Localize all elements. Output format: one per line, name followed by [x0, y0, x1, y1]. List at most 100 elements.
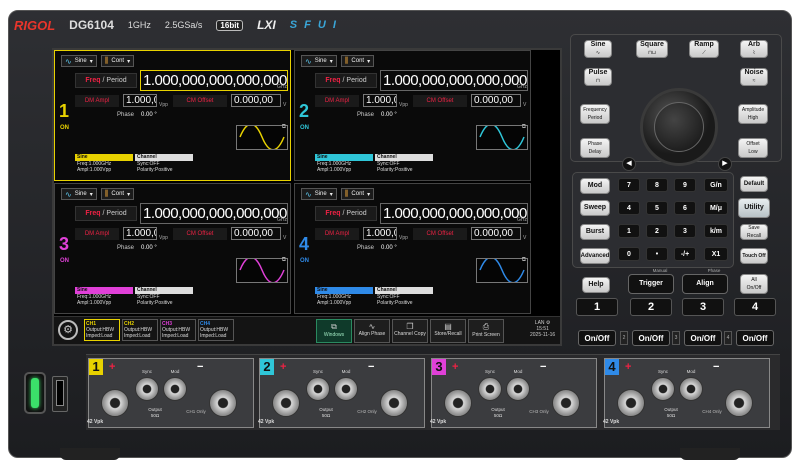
channel-info-box[interactable]: Channel Sync:OFF Polarity:Positive [135, 154, 193, 180]
channel-3-button[interactable]: 3 [682, 298, 724, 316]
arb-button[interactable]: Arb ⌇ [740, 40, 768, 58]
offset-value[interactable]: 0.000,00 [231, 227, 281, 240]
frequency-value[interactable]: 1.000,000,000,000,000 [380, 70, 528, 91]
key-2[interactable]: 2 [646, 224, 668, 238]
channel-2-button[interactable]: 2 [630, 298, 672, 316]
sweep-mode-select[interactable]: ⫼ Cont ▾ [100, 55, 135, 67]
frequency-value[interactable]: 1.000,000,000,000,000 [140, 70, 288, 91]
sweep-button[interactable]: Sweep [580, 200, 610, 216]
key-dot[interactable]: • [646, 247, 668, 261]
tool-align-phase-button[interactable]: ∿ Align Phase [354, 319, 390, 343]
ramp-button[interactable]: Ramp ⟋ [689, 40, 719, 58]
channel-info-box[interactable]: Channel Sync:OFF Polarity:Positive [375, 154, 433, 180]
channel-info-box[interactable]: Channel Sync:OFF Polarity:Positive [375, 287, 433, 313]
wave-info-box[interactable]: Sine Freq:1.000GHz Ampl:1.000Vpp [315, 287, 373, 313]
expand-icon[interactable]: ⧉ [522, 257, 526, 264]
output-negative-connector[interactable] [725, 389, 753, 417]
expand-icon[interactable]: ⧉ [282, 257, 286, 264]
frequency-period-button[interactable]: Frequency Period [580, 104, 610, 124]
key-9[interactable]: 9 [674, 178, 696, 192]
expand-icon[interactable]: ⧉ [282, 124, 286, 131]
right-arrow-icon[interactable]: ▶ [718, 157, 732, 171]
output-negative-connector[interactable] [209, 389, 237, 417]
dm-ampl-label[interactable]: DM Ampl [75, 95, 119, 107]
key-8[interactable]: 8 [646, 178, 668, 192]
unit-key[interactable]: M/μ [704, 201, 728, 215]
channel-panel-1[interactable]: ∿ Sine ▾ ⫼ Cont ▾ Freq / Period 1.000,000,000,00… [54, 50, 291, 181]
channel-panel-4[interactable]: ∿ Sine ▾ ⫼ Cont ▾ Freq / Period 1.000,000,000,00… [294, 183, 531, 314]
amplitude-value[interactable]: 1.000,00 [363, 94, 397, 107]
dm-ampl-label[interactable]: DM Ampl [315, 228, 359, 240]
waveform-preview[interactable]: ⧉ [236, 123, 288, 151]
square-button[interactable]: Square ⊓⊔ [636, 40, 668, 58]
key-6[interactable]: 6 [674, 201, 696, 215]
phase-value[interactable]: 0.00 ° [141, 245, 157, 251]
amplitude-value[interactable]: 1.000,00 [363, 227, 397, 240]
channel-info-box[interactable]: Channel Sync:OFF Polarity:Positive [135, 287, 193, 313]
channel-4-onoff-button[interactable]: On/Off [736, 330, 774, 346]
phase-delay-button[interactable]: Phase Delay [580, 138, 610, 158]
channel-1-onoff-button[interactable]: On/Off [578, 330, 616, 346]
offset-value[interactable]: 0.000,00 [231, 94, 281, 107]
unit-key[interactable]: k/m [704, 224, 728, 238]
frequency-value[interactable]: 1.000,000,000,000,000 [140, 203, 288, 224]
dm-ampl-label[interactable]: DM Ampl [315, 95, 359, 107]
channel-2-onoff-button[interactable]: On/Off [632, 330, 670, 346]
unit-key[interactable]: G/n [704, 178, 728, 192]
wave-info-box[interactable]: Sine Freq:1.000GHz Ampl:1.000Vpp [315, 154, 373, 180]
expand-icon[interactable]: ⧉ [522, 124, 526, 131]
mod-in-connector[interactable] [506, 377, 530, 401]
amplitude-value[interactable]: 1.000,00 [123, 227, 157, 240]
frequency-value[interactable]: 1.000,000,000,000,000 [380, 203, 528, 224]
sweep-mode-select[interactable]: ⫼ Cont ▾ [100, 188, 135, 200]
waveform-preview[interactable]: ⧉ [476, 256, 528, 284]
phase-value[interactable]: 0.00 ° [141, 112, 157, 118]
all-onoff-button[interactable]: All On/Off [740, 274, 768, 294]
chtab-2[interactable]: CH2 Output:HBW Imped:Load [122, 319, 158, 341]
trigger-button[interactable]: Trigger [628, 274, 674, 294]
freq-period-toggle[interactable]: Freq / Period [315, 206, 377, 221]
channel-4-button[interactable]: 4 [734, 298, 776, 316]
channel-panel-3[interactable]: ∿ Sine ▾ ⫼ Cont ▾ Freq / Period 1.000,000,000,00… [54, 183, 291, 314]
key-sign[interactable]: -/+ [674, 247, 696, 261]
chtab-1[interactable]: CH1 Output:HBW Imped:Load [84, 319, 120, 341]
sync-connector[interactable] [306, 377, 330, 401]
key-1[interactable]: 1 [618, 224, 640, 238]
mod-button[interactable]: Mod [580, 178, 610, 194]
touch-screen[interactable]: ∿ Sine ▾ ⫼ Cont ▾ Freq / Period 1.000,000,000,00… [52, 48, 562, 346]
default-button[interactable]: Default [740, 176, 768, 192]
mod-in-connector[interactable] [679, 377, 703, 401]
touch-off-button[interactable]: Touch Off [740, 248, 768, 264]
output-negative-connector[interactable] [552, 389, 580, 417]
waveform-preview[interactable]: ⧉ [236, 256, 288, 284]
wave-info-box[interactable]: Sine Freq:1.000GHz Ampl:1.000Vpp [75, 154, 133, 180]
cm-offset-label[interactable]: CM Offset [173, 228, 227, 240]
cm-offset-label[interactable]: CM Offset [173, 95, 227, 107]
waveform-preview[interactable]: ⧉ [476, 123, 528, 151]
key-7[interactable]: 7 [618, 178, 640, 192]
amplitude-value[interactable]: 1.000,00 [123, 94, 157, 107]
offset-value[interactable]: 0.000,00 [471, 227, 521, 240]
wave-select[interactable]: ∿ Sine ▾ [301, 55, 337, 67]
output-positive-connector[interactable] [617, 389, 645, 417]
mod-in-connector[interactable] [163, 377, 187, 401]
sync-connector[interactable] [135, 377, 159, 401]
save-recall-button[interactable]: Save Recall [740, 224, 768, 240]
sweep-mode-select[interactable]: ⫼ Cont ▾ [340, 55, 375, 67]
output-positive-connector[interactable] [272, 389, 300, 417]
cm-offset-label[interactable]: CM Offset [413, 228, 467, 240]
left-arrow-icon[interactable]: ◀ [622, 157, 636, 171]
mod-in-connector[interactable] [334, 377, 358, 401]
phase-value[interactable]: 0.00 ° [381, 112, 397, 118]
dm-ampl-label[interactable]: DM Ampl [75, 228, 119, 240]
channel-panel-2[interactable]: ∿ Sine ▾ ⫼ Cont ▾ Freq / Period 1.000,000,000,00… [294, 50, 531, 181]
output-positive-connector[interactable] [444, 389, 472, 417]
freq-period-toggle[interactable]: Freq / Period [75, 73, 137, 88]
tool-windows-button[interactable]: ⧉ Windows [316, 319, 352, 343]
noise-button[interactable]: Noise ≈ [740, 68, 768, 86]
output-positive-connector[interactable] [101, 389, 129, 417]
wave-select[interactable]: ∿ Sine ▾ [61, 188, 97, 200]
offset-low-button[interactable]: Offset Low [738, 138, 768, 158]
cm-offset-label[interactable]: CM Offset [413, 95, 467, 107]
key-0[interactable]: 0 [618, 247, 640, 261]
